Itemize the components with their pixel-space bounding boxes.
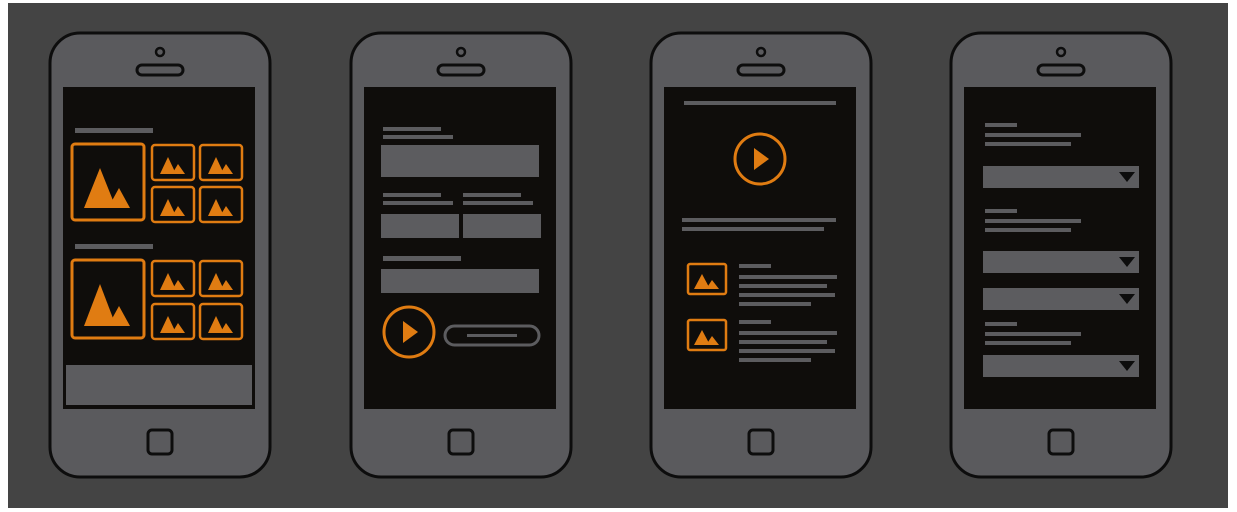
dropdown-select[interactable] [983,251,1139,273]
text-field[interactable] [381,214,459,238]
title-bar [684,101,836,105]
dropdown-select[interactable] [983,288,1139,310]
phone-form-video [349,31,573,479]
section-heading-bar [75,128,153,133]
text-line [739,340,827,344]
dropdown-select[interactable] [983,166,1139,188]
text-line [739,331,837,335]
text-line [739,320,771,324]
label-bar [985,142,1071,146]
phone-video-articles [649,31,873,479]
text-line [739,302,811,306]
wireframe-canvas [8,3,1228,508]
text-line [739,284,827,288]
text-line [682,227,824,231]
phone-gallery [48,31,272,479]
text-line [739,293,835,297]
footer-bar [66,365,252,405]
label-bar [985,133,1081,137]
label-bar [985,209,1017,213]
text-field[interactable] [381,269,539,293]
label-bar [383,135,453,139]
label-bar [383,201,453,205]
label-bar [383,256,461,261]
text-line [739,358,811,362]
text-field[interactable] [381,145,539,177]
label-bar [985,219,1081,223]
text-line [739,349,835,353]
text-line [739,264,771,268]
text-line [739,275,837,279]
label-bar [463,201,533,205]
label-bar [383,193,441,197]
label-bar [463,193,521,197]
section-heading-bar [75,244,153,249]
label-bar [383,127,441,131]
phone-dropdown-form [949,31,1173,479]
label-bar [985,332,1081,336]
label-bar [985,228,1071,232]
text-field[interactable] [463,214,541,238]
label-bar [985,123,1017,127]
label-bar [985,322,1017,326]
dropdown-select[interactable] [983,355,1139,377]
text-line [682,218,836,222]
label-bar [985,341,1071,345]
